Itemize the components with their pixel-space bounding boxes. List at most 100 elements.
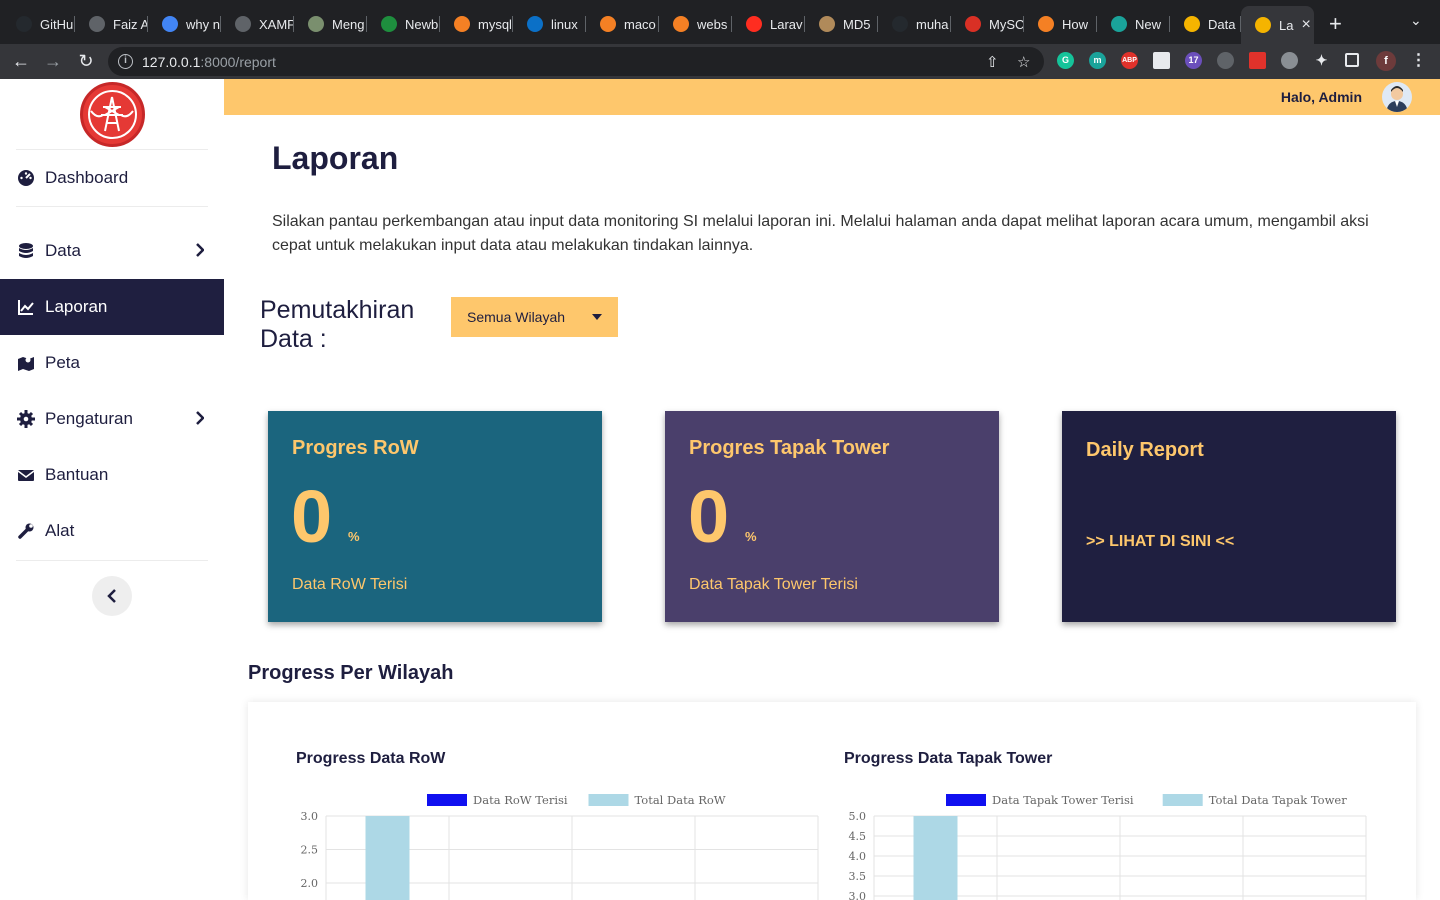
browser-tab[interactable]: mysql [440,8,513,40]
sidebar-item-laporan[interactable]: Laporan [0,279,224,335]
page-title: Laporan [272,140,399,176]
site-info-icon[interactable]: i [118,54,133,69]
daily-report-card: Daily Report >> LIHAT DI SINI << [1062,411,1396,622]
user-avatar[interactable] [1382,82,1412,112]
daily-report-link[interactable]: >> LIHAT DI SINI << [1086,533,1234,551]
browser-tab-label: maco [624,16,656,32]
top-bar: Halo, Admin [224,79,1440,115]
legend-swatch[interactable] [946,794,986,806]
grammarly-extension-icon[interactable]: G [1057,52,1074,69]
y-tick-label: 4.5 [849,830,867,843]
bookmark-star-icon[interactable]: ☆ [1017,53,1030,71]
forward-arrow-icon[interactable]: → [42,50,64,72]
browser-tab[interactable]: Newb [367,8,440,40]
user-greeting[interactable]: Halo, Admin [1281,89,1362,105]
legend-swatch[interactable] [588,794,629,806]
caret-down-icon [592,314,602,320]
card-value: 0 [688,475,730,558]
sidebar-item-label: Dashboard [45,168,129,187]
browser-tab[interactable]: New [1097,8,1170,40]
wappalyzer-extension-icon[interactable]: 17 [1185,52,1202,69]
stackoverflow-icon [454,16,470,32]
card-title: Daily Report [1086,439,1204,461]
browser-tab[interactable]: XAMP [221,8,294,40]
sidebar-item-bantuan[interactable]: Bantuan [0,447,224,503]
browser-tab[interactable]: Larav [732,8,805,40]
browser-tab[interactable]: maco [586,8,659,40]
card-unit: % [348,529,360,544]
profile-avatar-icon[interactable]: f [1376,51,1396,71]
globe-icon [89,16,105,32]
browser-tab-label: muha [916,16,949,32]
tower-progress-chart: Data Tapak Tower Terisi Total Data Tapak … [849,793,1367,900]
browser-tab-label: How [1062,16,1089,32]
sidebar-item-label: Alat [45,521,75,540]
browser-tab[interactable]: MD5 [805,8,878,40]
y-tick-label: 3.0 [849,890,867,900]
sidebar-item-dashboard[interactable]: Dashboard [0,150,224,206]
browser-tab[interactable]: MySC [951,8,1024,40]
bracket-icon [527,16,543,32]
bolt-icon [1255,17,1271,33]
browser-tab[interactable]: muha [878,8,951,40]
pln-tower-logo [80,82,145,147]
browser-tab-label: MD5 [843,16,871,32]
region-filter-dropdown[interactable]: Semua Wilayah [451,297,618,337]
back-arrow-icon[interactable]: ← [10,50,32,72]
tab-search-chevron-icon[interactable]: ⌄ [1410,12,1422,29]
bolt-icon [1184,16,1200,32]
section-title: Progress Per Wilayah [248,662,454,684]
sidepanel-icon[interactable] [1345,53,1359,67]
browser-tab[interactable]: GitHu [2,8,75,40]
m-icon [1111,16,1127,32]
browser-tab[interactable]: La × [1241,6,1314,44]
cloud-extension-icon[interactable] [1281,52,1298,69]
legend-swatch[interactable] [427,794,467,806]
sidebar-item-pengaturan[interactable]: Pengaturan [0,391,224,447]
adblock-extension-icon[interactable]: ABP [1121,52,1138,69]
legend-label: Data Tapak Tower Terisi [992,793,1134,807]
address-url: 127.0.0.1:8000/report [142,54,276,70]
wrench-icon [17,522,35,540]
card-title: Progres Tapak Tower [689,437,890,459]
reload-icon[interactable]: ↻ [75,50,97,72]
region-filter-value: Semua Wilayah [467,309,566,325]
close-tab-icon[interactable]: × [1301,16,1310,34]
sidebar-collapse-button[interactable] [92,576,132,616]
new-tab-button[interactable]: + [1329,12,1342,36]
browser-tab[interactable]: Faiz A [75,8,148,40]
sidebar-item-peta[interactable]: Peta [0,335,224,391]
chart-bar[interactable] [365,816,410,900]
m-extension-icon[interactable]: m [1089,52,1106,69]
globe-extension-icon[interactable] [1217,52,1234,69]
browser-tab[interactable]: Data [1170,8,1241,40]
sidebar-item-data[interactable]: Data [0,223,224,279]
browser-tab[interactable]: How [1024,8,1097,40]
legend-swatch[interactable] [1162,794,1203,806]
browser-tab[interactable]: webs [659,8,732,40]
browser-tab[interactable]: why n [148,8,221,40]
row-chart-title: Progress Data RoW [296,750,446,767]
laravel-icon [746,16,762,32]
notes-extension-icon[interactable] [1153,52,1170,69]
legend-label: Data RoW Terisi [473,793,568,807]
browser-tab-label: XAMP [259,16,294,32]
puzzle-extensions-icon[interactable]: ✦ [1313,52,1330,69]
share-icon[interactable]: ⇧ [986,53,999,71]
browser-tab-label: La [1279,17,1294,33]
browser-tab-label: webs [697,16,728,32]
chart-bar[interactable] [913,816,958,900]
browser-menu-icon[interactable]: ⋮ [1410,52,1427,69]
legend-label: Total Data RoW [635,793,726,807]
browser-tab-label: Data [1208,16,1236,32]
browser-tab[interactable]: linux [513,8,586,40]
chart-line-icon [17,298,35,316]
ublock-extension-icon[interactable] [1249,52,1266,69]
google-icon [162,16,178,32]
address-bar[interactable]: i 127.0.0.1:8000/report ⇧ ☆ [108,47,1044,76]
sidebar-item-label: Laporan [45,297,108,316]
browser-tab[interactable]: Meng [294,8,367,40]
sidebar: Dashboard Data Laporan Peta Pengaturan Bantua… [0,79,224,900]
browser-tab-label: mysql [478,16,512,32]
sidebar-item-alat[interactable]: Alat [0,503,224,559]
